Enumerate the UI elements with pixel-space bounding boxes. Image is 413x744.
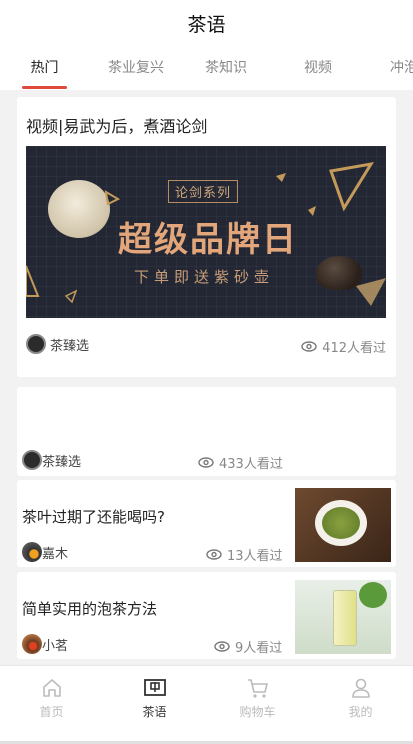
author-name: 茶臻选	[42, 454, 82, 470]
article-card[interactable]: 茶臻选 433人看过	[17, 387, 396, 476]
banner-subline: 下单即送紫砂壶	[134, 268, 275, 286]
article-author[interactable]: 茶臻选	[26, 334, 89, 354]
author-name: 嘉木	[42, 546, 69, 562]
home-icon	[42, 678, 61, 697]
tabbar-cart[interactable]: 购物车	[206, 666, 309, 730]
article-card[interactable]: 茶叶过期了还能喝吗? 嘉木 13人看过	[17, 480, 396, 567]
view-count: 412人看过	[301, 337, 386, 356]
tabbar-tea-talk[interactable]: 茶语	[103, 666, 206, 730]
article-author[interactable]: 茶臻选	[22, 450, 81, 470]
eye-icon	[206, 549, 222, 560]
user-icon	[351, 678, 370, 698]
view-count: 433人看过	[198, 453, 283, 472]
view-count-text: 433人看过	[219, 457, 283, 472]
view-count-text: 13人看过	[227, 549, 283, 564]
tabbar-label: 茶语	[142, 704, 167, 719]
tabbar-home[interactable]: 首页	[0, 666, 103, 730]
tab-video[interactable]: 视频	[290, 46, 346, 90]
avatar	[22, 634, 42, 654]
article-thumbnail[interactable]	[295, 580, 391, 654]
article-title: 视频|易武为后，煮酒论剑	[26, 117, 208, 136]
tab-tea-knowledge[interactable]: 茶知识	[196, 46, 256, 90]
tabbar-mine[interactable]: 我的	[309, 666, 412, 730]
tab-brewing[interactable]: 冲泡	[390, 46, 413, 90]
banner-headline: 超级品牌日	[118, 220, 298, 260]
app-header: 茶语	[0, 0, 413, 46]
tab-hot[interactable]: 热门	[22, 46, 67, 90]
tabbar-label: 我的	[348, 704, 373, 719]
bottom-tab-bar: 首页 茶语 购物车 我的	[0, 665, 413, 744]
banner-series-label: 论剑系列	[168, 180, 239, 203]
featured-article-card[interactable]: 视频|易武为后，煮酒论剑 论剑系列 超级品牌日 下单即送紫砂壶 茶臻选 412人…	[17, 97, 396, 377]
tabbar-label: 首页	[39, 704, 64, 719]
cart-icon	[247, 678, 268, 698]
tea-leaves-image	[322, 507, 360, 539]
view-count: 9人看过	[214, 637, 282, 656]
view-count: 13人看过	[206, 545, 283, 564]
eye-icon	[214, 641, 230, 652]
plant-image	[359, 582, 387, 608]
tab-tea-revival[interactable]: 茶业复兴	[100, 46, 172, 90]
eye-icon	[301, 341, 317, 352]
article-thumbnail[interactable]	[295, 488, 391, 562]
category-tabs: 热门 茶业复兴 茶知识 视频 冲泡	[0, 46, 413, 90]
active-tab-indicator	[22, 86, 67, 89]
tabbar-label: 购物车	[239, 704, 276, 719]
article-author[interactable]: 小茗	[22, 634, 68, 654]
author-name: 茶臻选	[50, 338, 90, 354]
article-banner[interactable]: 论剑系列 超级品牌日 下单即送紫砂壶	[26, 146, 386, 318]
teapot-image	[316, 256, 362, 290]
page-title: 茶语	[187, 13, 226, 36]
avatar	[22, 542, 42, 562]
avatar	[22, 450, 42, 470]
view-count-text: 9人看过	[235, 641, 283, 656]
article-title: 简单实用的泡茶方法	[22, 600, 158, 618]
article-card[interactable]: 简单实用的泡茶方法 小茗 9人看过	[17, 572, 396, 659]
glass-image	[333, 590, 357, 646]
avatar	[26, 334, 46, 354]
article-author[interactable]: 嘉木	[22, 542, 68, 562]
view-count-text: 412人看过	[322, 341, 386, 356]
author-name: 小茗	[42, 638, 69, 654]
tea-talk-icon	[143, 678, 166, 696]
eye-icon	[198, 457, 214, 468]
article-title: 茶叶过期了还能喝吗?	[22, 508, 165, 526]
